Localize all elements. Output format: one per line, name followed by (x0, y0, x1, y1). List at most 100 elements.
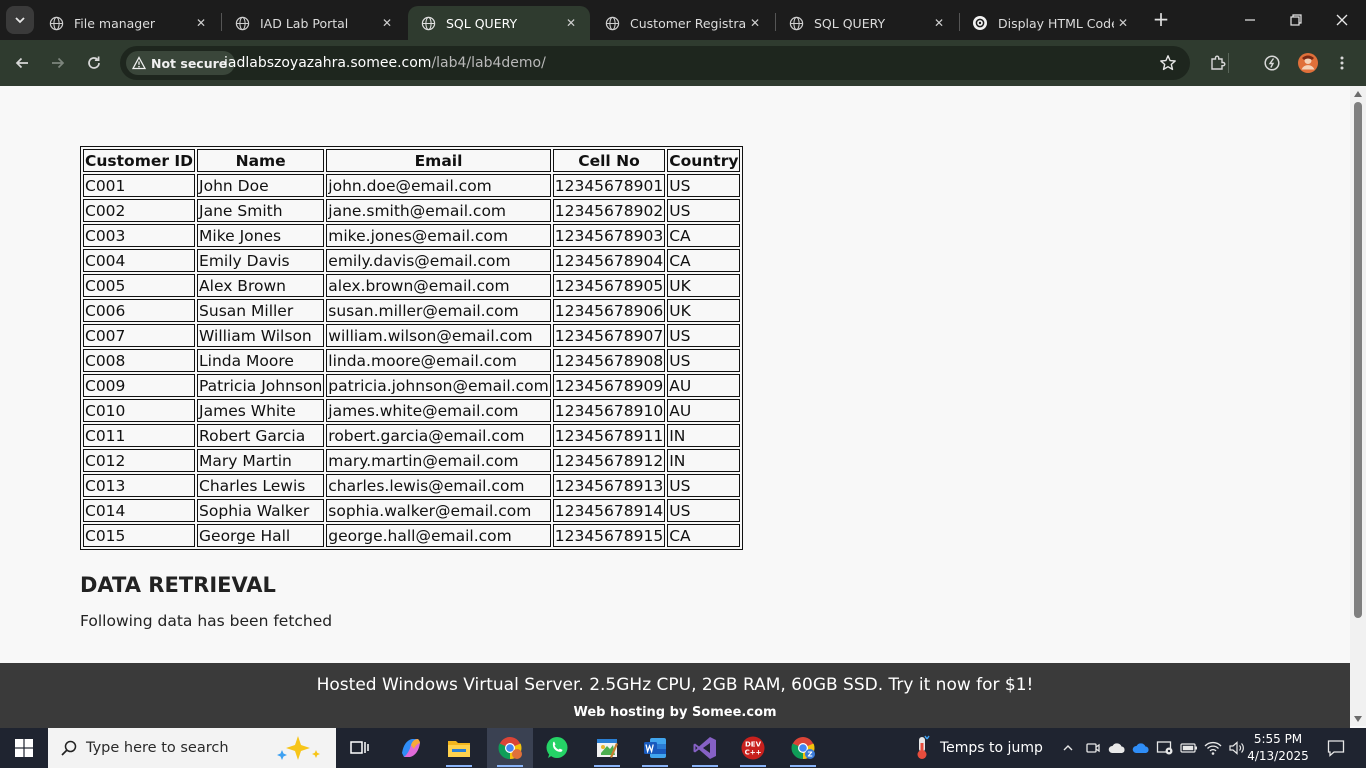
show-hidden-icons-button[interactable] (1056, 728, 1080, 768)
close-tab-button[interactable]: ✕ (930, 14, 948, 32)
close-tab-button[interactable]: ✕ (192, 14, 210, 32)
new-tab-button[interactable]: + (1150, 9, 1172, 31)
cell-name: Jane Smith (197, 199, 325, 222)
minimize-button[interactable] (1227, 0, 1273, 40)
taskbar-app-file-explorer[interactable] (436, 728, 482, 768)
cell-customer-id: C011 (83, 424, 196, 447)
forward-button[interactable] (44, 49, 72, 77)
cell-name: Emily Davis (197, 249, 325, 272)
taskbar-app-paint[interactable] (584, 728, 630, 768)
visual-studio-icon (693, 737, 716, 759)
tray-device-manager[interactable] (1153, 728, 1177, 768)
cell-country: AU (667, 399, 741, 422)
close-tab-button[interactable]: ✕ (746, 14, 764, 32)
scroll-up-arrow[interactable] (1354, 91, 1362, 97)
scroll-down-arrow[interactable] (1354, 716, 1362, 722)
tray-meet-now[interactable] (1081, 728, 1105, 768)
browser-toolbar: Not secure iadlabszoyazahra.somee.com/la… (0, 40, 1366, 86)
tab-sql-query[interactable]: SQL QUERY ✕ (776, 6, 958, 40)
task-view-button[interactable] (336, 728, 382, 768)
table-row: C003 Mike Jones mike.jones@email.com 123456… (83, 224, 741, 247)
restore-button[interactable] (1273, 0, 1319, 40)
tray-network[interactable] (1201, 728, 1225, 768)
cell-cell-no: 12345678913 (552, 474, 666, 497)
close-tab-button[interactable]: ✕ (378, 14, 396, 32)
tab-title: Display HTML Code (998, 15, 1114, 31)
tray-onedrive-business[interactable] (1129, 728, 1153, 768)
cell-name: Patricia Johnson (197, 374, 325, 397)
performance-button[interactable] (1258, 49, 1286, 77)
url-text[interactable]: iadlabszoyazahra.somee.com/lab4/lab4demo… (224, 46, 546, 80)
tray-onedrive-personal[interactable] (1105, 728, 1129, 768)
taskbar-app-whatsapp[interactable] (534, 728, 580, 768)
tab-customer-registration[interactable]: Customer Registration ✕ (592, 6, 774, 40)
avatar-icon (1298, 53, 1318, 73)
cell-customer-id: C008 (83, 349, 196, 372)
cell-cell-no: 12345678906 (552, 299, 666, 322)
reload-button[interactable] (80, 49, 108, 77)
cell-country: US (667, 199, 741, 222)
globe-icon (604, 15, 620, 31)
bookmark-button[interactable] (1154, 49, 1182, 77)
windows-logo-icon (15, 739, 33, 757)
cell-email: emily.davis@email.com (326, 249, 551, 272)
dev-cpp-icon: DEVC++ (741, 736, 765, 760)
cell-name: John Doe (197, 174, 325, 197)
whatsapp-icon (546, 737, 568, 758)
globe-icon (788, 15, 804, 31)
tab-title: IAD Lab Portal (260, 15, 349, 31)
scrollbar-thumb[interactable] (1354, 102, 1362, 618)
cell-email: mary.martin@email.com (326, 449, 551, 472)
notification-center-button[interactable] (1320, 728, 1352, 768)
security-chip[interactable]: Not secure (126, 51, 236, 75)
cell-cell-no: 12345678901 (552, 174, 666, 197)
table-header-row: Customer ID Name Email Cell No Country (83, 149, 741, 172)
cell-customer-id: C015 (83, 524, 196, 547)
cell-customer-id: C013 (83, 474, 196, 497)
tab-title: File manager (74, 15, 156, 31)
page-scrollbar[interactable] (1350, 86, 1366, 726)
tab-iad-lab-portal[interactable]: IAD Lab Portal ✕ (222, 6, 406, 40)
taskbar-app-chrome[interactable] (487, 728, 533, 768)
cell-customer-id: C002 (83, 199, 196, 222)
cell-country: US (667, 174, 741, 197)
close-tab-button[interactable]: ✕ (1114, 14, 1132, 32)
banner-ad-text[interactable]: Hosted Windows Virtual Server. 2.5GHz CP… (0, 675, 1350, 695)
taskbar-app-visual-studio[interactable] (682, 728, 728, 768)
table-row: C012 Mary Martin mary.martin@email.com 1234… (83, 449, 741, 472)
start-button[interactable] (0, 728, 48, 768)
taskbar-clock[interactable]: 5:55 PM 4/13/2025 (1240, 731, 1316, 765)
cell-name: Susan Miller (197, 299, 325, 322)
tab-search-button[interactable] (6, 6, 34, 34)
cell-cell-no: 12345678902 (552, 199, 666, 222)
tab-sql-query-active[interactable]: SQL QUERY ✕ (408, 6, 590, 40)
cloud-icon (1108, 743, 1125, 753)
copilot-icon (402, 739, 420, 757)
close-window-button[interactable] (1319, 0, 1365, 40)
cell-country: US (667, 349, 741, 372)
address-bar[interactable]: Not secure iadlabszoyazahra.somee.com/la… (120, 46, 1190, 80)
browser-menu-button[interactable] (1328, 49, 1356, 77)
back-button[interactable] (8, 49, 36, 77)
taskbar-app-chrome-profile[interactable]: Z (780, 728, 826, 768)
close-tab-button[interactable]: ✕ (562, 14, 580, 32)
close-icon (1336, 14, 1348, 26)
table-row: C008 Linda Moore linda.moore@email.com 1234… (83, 349, 741, 372)
banner-hosting-link[interactable]: Web hosting by Somee.com (0, 705, 1350, 720)
folder-icon (448, 741, 470, 757)
taskbar-app-dev-cpp[interactable]: DEV C++ (730, 728, 776, 768)
tab-strip: File manager ✕ IAD Lab Portal ✕ SQL QUER… (0, 0, 1366, 40)
taskbar-search-box[interactable]: Type here to search (48, 728, 336, 768)
cell-country: US (667, 474, 741, 497)
profile-avatar-button[interactable] (1294, 49, 1322, 77)
tab-display-html-code[interactable]: Display HTML Code ✕ (960, 6, 1142, 40)
tab-file-manager[interactable]: File manager ✕ (36, 6, 220, 40)
hosting-banner[interactable]: Hosted Windows Virtual Server. 2.5GHz CP… (0, 663, 1350, 728)
taskbar-app-copilot[interactable] (388, 728, 434, 768)
search-placeholder: Type here to search (86, 740, 229, 756)
column-header-email: Email (326, 149, 551, 172)
tray-battery[interactable] (1177, 728, 1201, 768)
weather-widget[interactable]: Temps to jump (914, 728, 1043, 768)
taskbar-app-word[interactable] (632, 728, 678, 768)
column-header-name: Name (197, 149, 325, 172)
